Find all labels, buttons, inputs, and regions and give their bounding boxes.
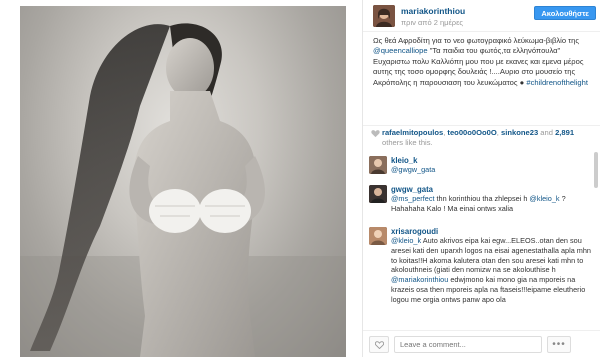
- comment-text: @kleio_k Auto akrivos eipa kai egw...ELE…: [391, 236, 591, 305]
- comment-username[interactable]: xrisarogoudi: [391, 227, 438, 236]
- comment-item: xrisarogoudi @kleio_k Auto akrivos eipa …: [363, 227, 593, 329]
- post-timestamp[interactable]: πριν από 2 ημέρες: [401, 18, 463, 27]
- likes-summary: rafaelmitopoulos, teo00o0Oo0O, sinkone23…: [382, 128, 597, 148]
- comment-body: thn korinthiou tha zhlepsei h: [434, 194, 530, 203]
- comments-scrollbar[interactable]: [594, 152, 598, 188]
- comments-list[interactable]: kleio_k @gwgw_gata gwgw_gata @ms_perfect…: [363, 152, 600, 329]
- comment-footer: •••: [363, 330, 600, 357]
- comment-text: @gwgw_gata: [391, 165, 591, 175]
- heart-outline-icon: [375, 341, 384, 349]
- post-side-panel: mariakorinthiou πριν από 2 ημέρες Ακολου…: [362, 0, 600, 357]
- caption-hashtag-link[interactable]: #childrenofthelight: [524, 78, 588, 87]
- likes-and: and: [538, 128, 556, 137]
- comment-mention-link[interactable]: @gwgw_gata: [391, 165, 435, 174]
- commenter-avatar[interactable]: [369, 227, 387, 245]
- comment-text: @ms_perfect thn korinthiou tha zhlepsei …: [391, 194, 591, 214]
- photo-pane: [0, 0, 362, 357]
- commenter-avatar-image: [369, 185, 387, 203]
- liker-link[interactable]: sinkone23: [501, 128, 538, 137]
- liker-link[interactable]: teo00o0Oo0O: [447, 128, 496, 137]
- likes-count-link[interactable]: 2,891: [555, 128, 574, 137]
- heart-icon: [371, 130, 380, 138]
- post-username[interactable]: mariakorinthiou: [401, 6, 465, 16]
- comment-mention-link[interactable]: @kleio_k: [529, 194, 559, 203]
- avatar-image: [373, 5, 395, 27]
- liker-link[interactable]: rafaelmitopoulos: [382, 128, 443, 137]
- caption-mention-link[interactable]: @queencalliope: [373, 46, 428, 55]
- follow-button[interactable]: Ακολουθήστε: [534, 6, 596, 20]
- commenter-avatar-image: [369, 156, 387, 174]
- commenter-avatar[interactable]: [369, 185, 387, 203]
- post-caption: Ως θεά Αφροδίτη για το νεο φωτογραφικό λ…: [373, 36, 595, 88]
- post-photo[interactable]: [20, 6, 346, 357]
- comment-item: kleio_k @gwgw_gata: [363, 156, 593, 182]
- photo-illustration: [20, 23, 346, 357]
- likes-bar: rafaelmitopoulos, teo00o0Oo0O, sinkone23…: [363, 125, 600, 149]
- comment-username[interactable]: kleio_k: [391, 156, 417, 165]
- commenter-avatar-image: [369, 227, 387, 245]
- comment-body: Auto akrivos eipa kai egw...ELEOS..otan …: [391, 236, 591, 275]
- like-button[interactable]: [369, 336, 389, 353]
- post-header: mariakorinthiou πριν από 2 ημέρες Ακολου…: [363, 0, 600, 32]
- avatar[interactable]: [373, 5, 395, 27]
- comment-input[interactable]: [394, 336, 542, 353]
- caption-text: Ως θεά Αφροδίτη για το νεο φωτογραφικό λ…: [373, 36, 580, 45]
- comment-username[interactable]: gwgw_gata: [391, 185, 433, 194]
- comment-mention-link[interactable]: @ms_perfect: [391, 194, 435, 203]
- comment-item: gwgw_gata @ms_perfect thn korinthiou tha…: [363, 185, 593, 221]
- commenter-avatar[interactable]: [369, 156, 387, 174]
- ellipsis-icon[interactable]: •••: [547, 336, 571, 353]
- comment-mention-link[interactable]: @mariakorinthiou: [391, 275, 448, 284]
- likes-suffix: others like this.: [382, 138, 433, 147]
- comment-mention-link[interactable]: @kleio_k: [391, 236, 421, 245]
